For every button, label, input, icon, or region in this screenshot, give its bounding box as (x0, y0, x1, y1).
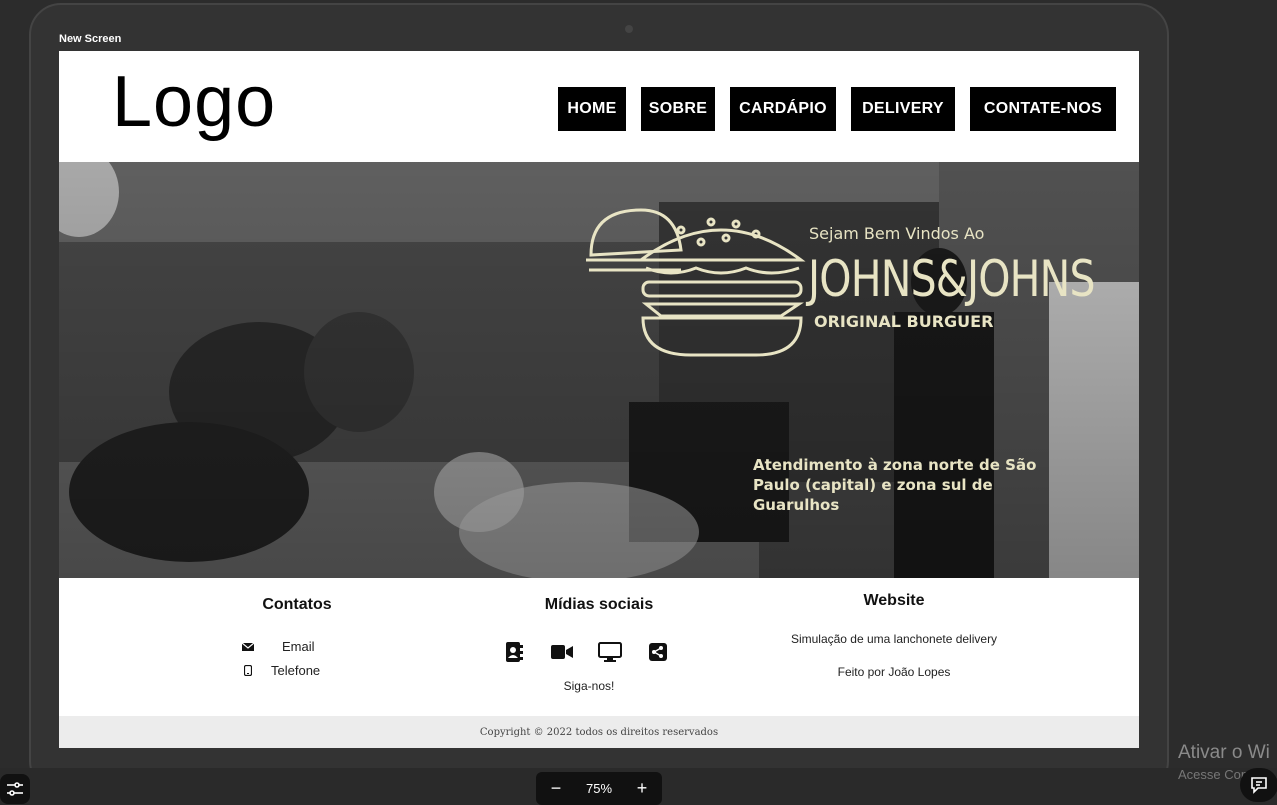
screen-canvas: Logo HOME SOBRE CARDÁPIO DELIVERY CONTAT… (59, 51, 1139, 748)
copyright-text: Copyright © 2022 todos os direitos reser… (479, 726, 719, 738)
video-camera-icon[interactable] (550, 640, 574, 664)
phone-icon (244, 665, 252, 676)
nav-contate-nos[interactable]: CONTATE-NOS (970, 87, 1116, 131)
website-title: Website (863, 592, 925, 609)
share-icon[interactable] (646, 640, 670, 664)
logo[interactable]: Logo (112, 61, 276, 143)
nav-cardapio[interactable]: CARDÁPIO (730, 87, 836, 131)
email-row[interactable]: Email (242, 639, 315, 654)
hero-service-area: Atendimento à zona norte de São Paulo (c… (753, 456, 1037, 514)
hero-brand: JOHNS&JOHNS (808, 250, 1096, 308)
telefone-row[interactable]: Telefone (244, 663, 320, 678)
sliders-icon (7, 782, 23, 796)
settings-sliders-button[interactable] (0, 774, 30, 804)
nav-home[interactable]: HOME (558, 87, 626, 131)
contatos-title: Contatos (262, 596, 332, 613)
hero-welcome: Sejam Bem Vindos Ao (809, 224, 985, 243)
follow-text: Siga-nos! (563, 679, 615, 693)
website-author: Feito por João Lopes (837, 665, 951, 679)
site-header: Logo HOME SOBRE CARDÁPIO DELIVERY CONTAT… (59, 51, 1139, 162)
feedback-chat-button[interactable] (1240, 768, 1277, 802)
windows-activation-title: Ativar o Wi (1178, 742, 1270, 763)
monitor-icon[interactable] (598, 640, 622, 664)
nav-sobre[interactable]: SOBRE (641, 87, 715, 131)
copyright-bar: Copyright © 2022 todos os direitos reser… (59, 716, 1139, 748)
zoom-control: − 75% + (536, 772, 662, 805)
zoom-out-button[interactable]: − (548, 778, 564, 799)
contact-book-icon[interactable] (502, 640, 526, 664)
nav-delivery[interactable]: DELIVERY (851, 87, 955, 131)
screen-label: New Screen (59, 33, 122, 45)
social-icons (502, 640, 670, 664)
hero-banner: Sejam Bem Vindos Ao JOHNS&JOHNS ORIGINAL… (59, 162, 1139, 578)
envelope-icon (242, 642, 254, 651)
site-footer: Contatos Email Telefone Mídias sociais S… (59, 578, 1139, 716)
zoom-in-button[interactable]: + (634, 778, 650, 799)
chat-icon (1251, 777, 1267, 794)
camera-dot (625, 25, 633, 33)
zoom-level: 75% (585, 781, 613, 796)
telefone-label: Telefone (271, 663, 321, 678)
email-label: Email (282, 639, 315, 654)
midias-title: Mídias sociais (544, 596, 654, 613)
burger-logo-icon (586, 208, 806, 357)
hero-subtitle: ORIGINAL BURGUER (814, 312, 994, 331)
website-description: Simulação de uma lanchonete delivery (790, 632, 998, 646)
